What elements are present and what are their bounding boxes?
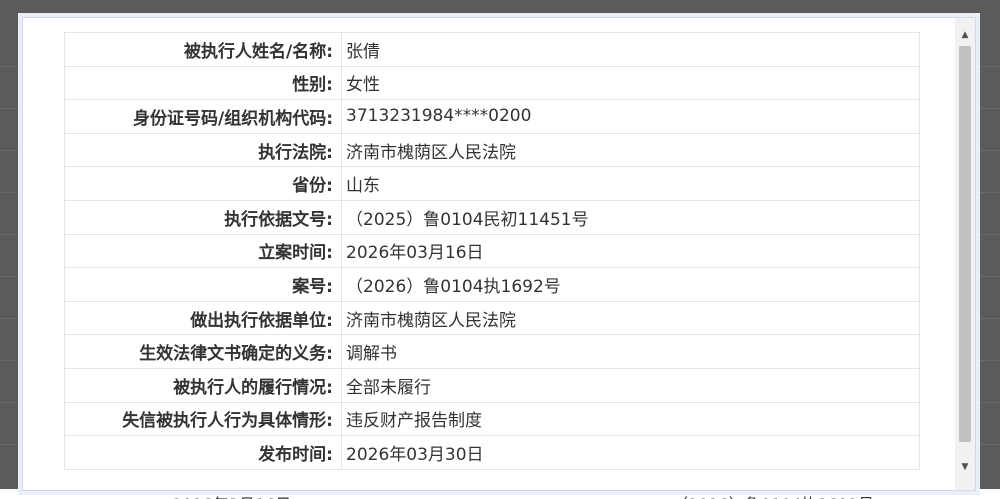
table-row: 被执行人的履行情况: 全部未履行: [64, 367, 920, 403]
field-label: 做出执行依据单位:: [64, 300, 342, 336]
field-label: 性别:: [64, 65, 342, 101]
table-row: 执行依据文号: （2025）鲁0104民初11451号: [64, 199, 920, 235]
field-value: 调解书: [341, 334, 920, 369]
table-row: 生效法律文书确定的义务: 调解书: [64, 334, 920, 369]
dialog-content: 被执行人姓名/名称: 张倩 性别: 女性 身份证号码/组织机构代码: 3713231984…: [23, 18, 953, 490]
field-label: 发布时间:: [64, 435, 342, 470]
field-value: 济南市槐荫区人民法院: [341, 132, 920, 168]
field-value: 2026年03月16日: [341, 233, 920, 269]
field-value: 济南市槐荫区人民法院: [341, 300, 920, 336]
field-value: 女性: [341, 65, 920, 101]
table-row: 执行法院: 济南市槐荫区人民法院: [64, 132, 920, 168]
scroll-down-icon[interactable]: ▼: [955, 458, 975, 476]
field-value: 2026年03月30日: [341, 435, 920, 470]
detail-table: 被执行人姓名/名称: 张倩 性别: 女性 身份证号码/组织机构代码: 3713231984…: [64, 32, 920, 470]
field-value: 山东: [341, 166, 920, 201]
field-label: 生效法律文书确定的义务:: [64, 334, 342, 369]
table-row: 案号: （2026）鲁0104执1692号: [64, 267, 920, 302]
table-row: 发布时间: 2026年03月30日: [64, 435, 920, 470]
vertical-scrollbar[interactable]: ▲ ▼: [955, 18, 975, 490]
field-value: 张倩: [341, 32, 920, 67]
table-row: 性别: 女性: [64, 65, 920, 101]
table-row: 身份证号码/组织机构代码: 3713231984****0200: [64, 99, 920, 134]
field-value: （2026）鲁0104执1692号: [341, 267, 920, 302]
field-label: 立案时间:: [64, 233, 342, 269]
field-label: 失信被执行人行为具体情形:: [64, 401, 342, 437]
scroll-up-icon[interactable]: ▲: [955, 26, 975, 44]
background-footer-date: 2026年3月16日: [172, 491, 291, 499]
scroll-thumb[interactable]: [959, 46, 971, 442]
field-label: 身份证号码/组织机构代码:: [64, 99, 342, 134]
field-label: 被执行人的履行情况:: [64, 367, 342, 403]
background-footer-case-number: （2026）鲁0104执1692号: [672, 491, 874, 499]
field-label: 执行依据文号:: [64, 199, 342, 235]
field-label: 省份:: [64, 166, 342, 201]
table-row: 做出执行依据单位: 济南市槐荫区人民法院: [64, 300, 920, 336]
table-row: 失信被执行人行为具体情形: 违反财产报告制度: [64, 401, 920, 437]
table-row: 被执行人姓名/名称: 张倩: [64, 32, 920, 67]
table-row: 省份: 山东: [64, 166, 920, 201]
field-value: 全部未履行: [341, 367, 920, 403]
table-row: 立案时间: 2026年03月16日: [64, 233, 920, 269]
detail-dialog: 被执行人姓名/名称: 张倩 性别: 女性 身份证号码/组织机构代码: 3713231984…: [22, 17, 976, 491]
field-value: （2025）鲁0104民初11451号: [341, 199, 920, 235]
field-label: 被执行人姓名/名称:: [64, 32, 342, 67]
field-value: 3713231984****0200: [341, 99, 920, 134]
field-label: 执行法院:: [64, 132, 342, 168]
field-value: 违反财产报告制度: [341, 401, 920, 437]
field-label: 案号:: [64, 267, 342, 302]
